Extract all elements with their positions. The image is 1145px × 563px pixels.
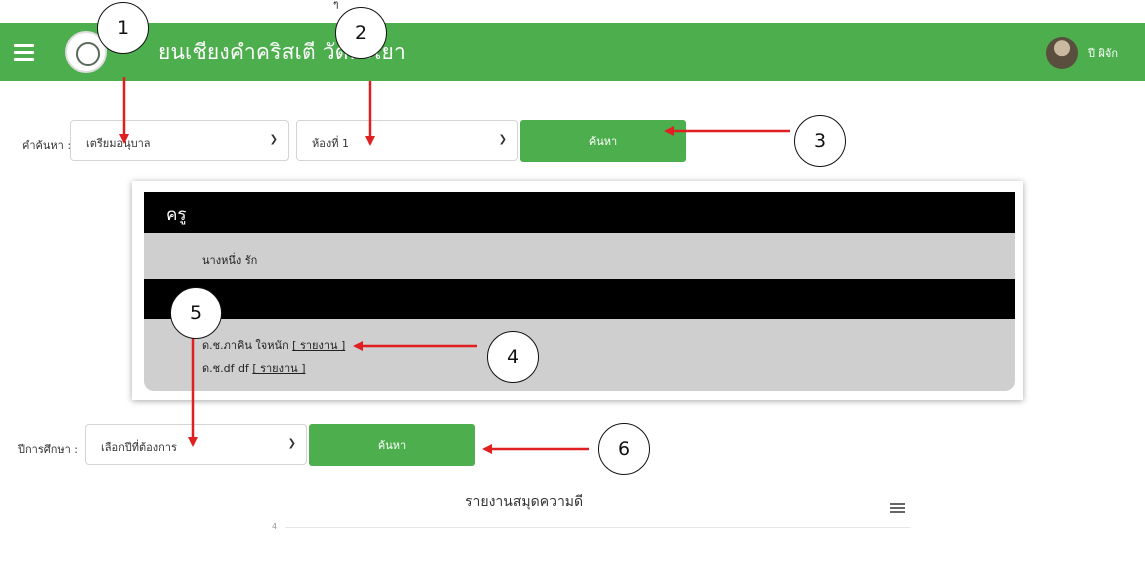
teacher-name: นางหนึ่ง รัก — [202, 254, 258, 267]
page: ๆ ยนเชียงคำคริสเตี วัดพะเยา ปี ผิจัก คำค… — [0, 0, 1145, 563]
student-report-link[interactable]: [ รายงาน ] — [292, 339, 345, 352]
callout-3: 3 — [794, 115, 846, 167]
room-select-value: ห้องที่ 1 — [312, 137, 349, 150]
callout-6: 6 — [598, 423, 650, 475]
callout-4: 4 — [487, 331, 539, 383]
student-report-link[interactable]: [ รายงาน ] — [252, 362, 305, 375]
level-select[interactable]: เตรียมอนุบาล ❯ — [70, 120, 289, 161]
hamburger-menu-icon[interactable] — [14, 40, 34, 64]
class-panel: ครู นางหนึ่ง รัก ด.ช.ภาคิน ใจหนัก [ รายง… — [132, 181, 1023, 400]
teacher-heading: ครู — [166, 205, 187, 225]
student-name: ด.ช.df df — [202, 362, 249, 375]
chart-menu-icon[interactable] — [890, 501, 905, 515]
year-search-button[interactable]: ค้นหา — [309, 424, 475, 466]
academic-year-select[interactable]: เลือกปีที่ต้องการ ❯ — [85, 424, 307, 465]
search-label: คำค้นหา : — [22, 139, 72, 152]
students-header — [144, 279, 1015, 319]
search-button[interactable]: ค้นหา — [520, 120, 686, 162]
academic-year-select-value: เลือกปีที่ต้องการ — [101, 441, 177, 454]
room-select[interactable]: ห้องที่ 1 ❯ — [296, 120, 518, 161]
level-select-value: เตรียมอนุบาล — [86, 137, 151, 150]
callout-5: 5 — [170, 287, 222, 339]
academic-year-label: ปีการศึกษา : — [18, 443, 79, 456]
callout-1: 1 — [97, 2, 149, 54]
user-avatar[interactable] — [1046, 37, 1078, 69]
chart-gridline — [285, 527, 910, 528]
student-row: ด.ช.df df [ รายงาน ] — [202, 359, 306, 377]
stray-mark: ๆ — [333, 0, 339, 10]
chart-y-tick: 4 — [272, 522, 278, 531]
top-bar: ยนเชียงคำคริสเตี วัดพะเยา ปี ผิจัก — [0, 23, 1145, 81]
user-name[interactable]: ปี ผิจัก — [1088, 44, 1118, 62]
student-name: ด.ช.ภาคิน ใจหนัก — [202, 339, 289, 352]
class-panel-body: ครู นางหนึ่ง รัก ด.ช.ภาคิน ใจหนัก [ รายง… — [144, 192, 1015, 391]
callout-2: 2 — [335, 7, 387, 59]
chart-title: รายงานสมุดความดี — [465, 494, 584, 510]
chevron-down-icon: ❯ — [498, 134, 507, 145]
chevron-down-icon: ❯ — [269, 134, 278, 145]
teacher-header: ครู — [144, 192, 1015, 233]
chevron-down-icon: ❯ — [287, 438, 296, 449]
student-row: ด.ช.ภาคิน ใจหนัก [ รายงาน ] — [202, 336, 345, 354]
